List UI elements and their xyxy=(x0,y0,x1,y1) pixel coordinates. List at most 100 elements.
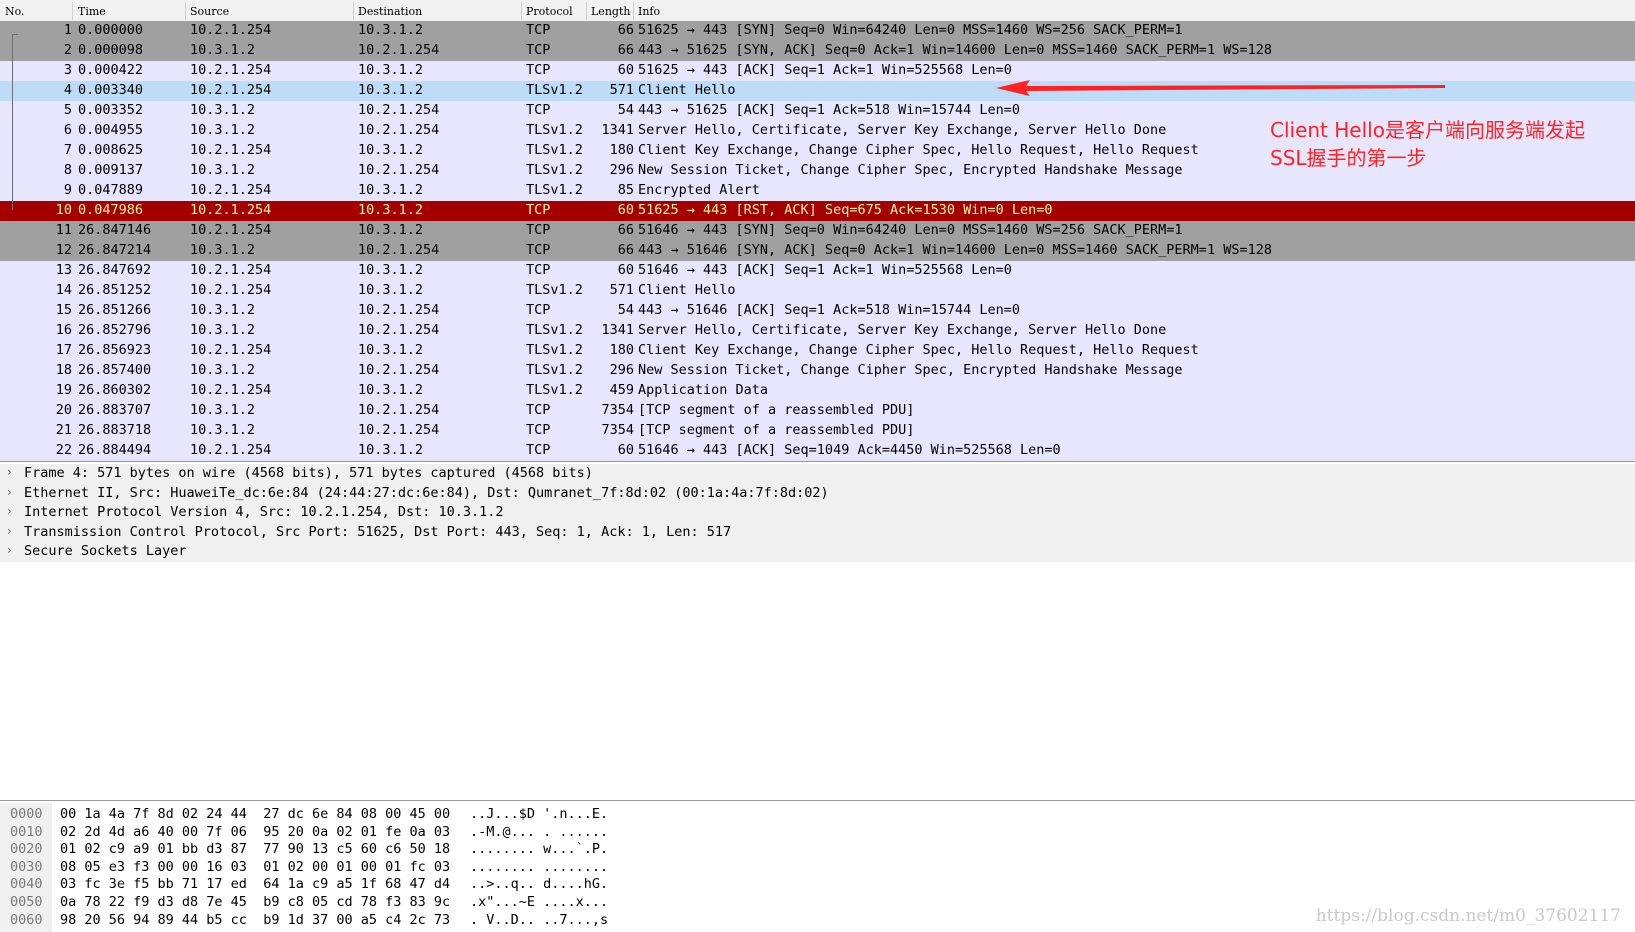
column-header-source[interactable]: Source xyxy=(190,5,229,18)
hex-ascii: ........ w...`.P. xyxy=(470,841,609,858)
packet-cell-time: 26.857400 xyxy=(78,362,152,378)
packet-cell-no: 5 xyxy=(63,102,72,118)
column-header-time[interactable]: Time xyxy=(78,5,106,18)
packet-cell-len: 85 xyxy=(617,182,634,198)
detail-tree-item[interactable]: › Secure Sockets Layer xyxy=(0,542,1635,562)
hex-ascii: .-M.@... . ...... xyxy=(470,823,609,840)
packet-cell-no: 9 xyxy=(63,182,72,198)
packet-cell-proto: TCP xyxy=(526,62,551,78)
packet-cell-time: 26.847692 xyxy=(78,262,152,278)
chevron-right-icon[interactable]: › xyxy=(7,543,12,557)
packet-row[interactable]: 21 26.883718 10.3.1.2 10.2.1.254 TCP 7354 [TCP… xyxy=(0,421,1635,441)
detail-tree-item[interactable]: › Transmission Control Protocol, Src Port… xyxy=(0,522,1635,543)
packet-row[interactable]: 4 0.003340 10.2.1.254 10.3.1.2 TLSv1.2 571 Cli… xyxy=(0,81,1635,101)
packet-row[interactable]: 15 26.851266 10.3.1.2 10.2.1.254 TCP 54 443 → … xyxy=(0,301,1635,321)
packet-cell-proto: TCP xyxy=(526,102,551,118)
packet-cell-src: 10.3.1.2 xyxy=(190,402,256,418)
packet-cell-time: 0.047986 xyxy=(78,202,144,218)
chevron-right-icon[interactable]: › xyxy=(7,524,12,538)
hex-row[interactable]: 0020 01 02 c9 a9 01 bb d3 87 77 90 13 c5 … xyxy=(0,841,1635,859)
packet-cell-info: Server Hello, Certificate, Server Key Ex… xyxy=(638,122,1167,138)
chevron-right-icon[interactable]: › xyxy=(7,485,12,499)
packet-cell-len: 54 xyxy=(617,102,634,118)
packet-row[interactable]: 17 26.856923 10.2.1.254 10.3.1.2 TLSv1.2 180 C… xyxy=(0,341,1635,361)
hex-offset: 0050 xyxy=(10,894,43,910)
packet-cell-src: 10.3.1.2 xyxy=(190,302,256,318)
packet-cell-len: 459 xyxy=(609,382,634,398)
column-header-info[interactable]: Info xyxy=(638,5,660,18)
packet-cell-info: 51625 → 443 [RST, ACK] Seq=675 Ack=1530 … xyxy=(638,202,1053,218)
packet-cell-proto: TCP xyxy=(526,442,551,458)
detail-tree-label: Internet Protocol Version 4, Src: 10.2.1… xyxy=(24,504,504,520)
packet-cell-info: Client Hello xyxy=(638,282,736,298)
hex-row[interactable]: 0000 00 1a 4a 7f 8d 02 24 44 27 dc 6e 84 … xyxy=(0,806,1635,824)
packet-cell-proto: TCP xyxy=(526,302,551,318)
packet-cell-len: 60 xyxy=(617,262,634,278)
packet-row[interactable]: 22 26.884494 10.2.1.254 10.3.1.2 TCP 60 51646 … xyxy=(0,441,1635,461)
packet-row[interactable]: 20 26.883707 10.3.1.2 10.2.1.254 TCP 7354 [TCP… xyxy=(0,401,1635,421)
column-header-no[interactable]: No. xyxy=(5,5,25,18)
hex-offset: 0030 xyxy=(10,858,43,875)
packet-cell-no: 13 xyxy=(55,262,72,278)
hex-bytes: 0a 78 22 f9 d3 d8 7e 45 b9 c8 05 cd 78 f… xyxy=(60,894,451,910)
packet-cell-no: 19 xyxy=(55,382,72,398)
packet-cell-dst: 10.2.1.254 xyxy=(358,42,440,58)
packet-row[interactable]: 18 26.857400 10.3.1.2 10.2.1.254 TLSv1.2 296 N… xyxy=(0,361,1635,381)
packet-cell-proto: TCP xyxy=(526,202,551,218)
packet-row[interactable]: 16 26.852796 10.3.1.2 10.2.1.254 TLSv1.2 1341… xyxy=(0,321,1635,341)
packet-cell-len: 54 xyxy=(617,302,634,318)
annotation-text: Client Hello是客户端向服务端发起 SSL握手的第一步 xyxy=(1270,116,1630,172)
packet-cell-src: 10.2.1.254 xyxy=(190,342,272,358)
hex-offset: 0060 xyxy=(10,911,43,928)
column-header-destination[interactable]: Destination xyxy=(358,5,422,18)
conversation-bracket-top xyxy=(12,34,18,35)
packet-row[interactable]: 9 0.047889 10.2.1.254 10.3.1.2 TLSv1.2 85 Encr… xyxy=(0,181,1635,201)
packet-cell-src: 10.2.1.254 xyxy=(190,62,272,78)
hex-row[interactable]: 0030 08 05 e3 f3 00 00 16 03 01 02 00 01 … xyxy=(0,859,1635,877)
packet-cell-no: 22 xyxy=(55,442,72,458)
packet-row[interactable]: 19 26.860302 10.2.1.254 10.3.1.2 TLSv1.2 459 A… xyxy=(0,381,1635,401)
packet-row[interactable]: 14 26.851252 10.2.1.254 10.3.1.2 TLSv1.2 571 C… xyxy=(0,281,1635,301)
packet-row[interactable]: 3 0.000422 10.2.1.254 10.3.1.2 TCP 60 51625 → … xyxy=(0,61,1635,81)
packet-cell-src: 10.3.1.2 xyxy=(190,162,256,178)
packet-cell-src: 10.3.1.2 xyxy=(190,122,256,138)
packet-row[interactable]: 10 0.047986 10.2.1.254 10.3.1.2 TCP 60 51625 →… xyxy=(0,201,1635,221)
packet-row[interactable]: 12 26.847214 10.3.1.2 10.2.1.254 TCP 66 443 → … xyxy=(0,241,1635,261)
hex-offset: 0040 xyxy=(10,876,43,893)
detail-tree-item[interactable]: › Frame 4: 571 bytes on wire (4568 bits),… xyxy=(0,464,1635,484)
annotation-line-1: Client Hello是客户端向服务端发起 xyxy=(1270,118,1585,142)
hex-ascii: ........ ........ xyxy=(470,858,609,875)
packet-cell-len: 1341 xyxy=(601,122,634,138)
packet-cell-info: [TCP segment of a reassembled PDU] xyxy=(638,402,915,418)
hex-ascii: ..>..q.. d....hG. xyxy=(470,876,609,893)
packet-row[interactable]: 1 0.000000 10.2.1.254 10.3.1.2 TCP 66 51625 → … xyxy=(0,21,1635,41)
packet-details-pane[interactable]: › Frame 4: 571 bytes on wire (4568 bits),… xyxy=(0,464,1635,801)
hex-row[interactable]: 0040 03 fc 3e f5 bb 71 17 ed 64 1a c9 a5 … xyxy=(0,876,1635,894)
chevron-right-icon[interactable]: › xyxy=(7,465,12,479)
column-header-length[interactable]: Length xyxy=(591,5,630,18)
hex-offset: 0010 xyxy=(10,823,43,840)
detail-tree-label: Transmission Control Protocol, Src Port:… xyxy=(24,523,732,540)
packet-cell-time: 26.884494 xyxy=(78,442,152,458)
packet-list-pane[interactable]: No. Time Source Destination Protocol Len… xyxy=(0,0,1635,462)
packet-cell-time: 0.009137 xyxy=(78,162,144,178)
packet-cell-dst: 10.2.1.254 xyxy=(358,242,440,258)
detail-tree-item[interactable]: › Ethernet II, Src: HuaweiTe_dc:6e:84 (24… xyxy=(0,483,1635,504)
hex-row[interactable]: 0010 02 2d 4d a6 40 00 7f 06 95 20 0a 02 … xyxy=(0,824,1635,842)
packet-row[interactable]: 13 26.847692 10.2.1.254 10.3.1.2 TCP 60 51646 … xyxy=(0,261,1635,281)
detail-tree-item[interactable]: › Internet Protocol Version 4, Src: 10.2.… xyxy=(0,503,1635,523)
packet-cell-info: New Session Ticket, Change Cipher Spec, … xyxy=(638,362,1183,378)
packet-row[interactable]: 2 0.000098 10.3.1.2 10.2.1.254 TCP 66 443 → 51… xyxy=(0,41,1635,61)
packet-cell-info: 443 → 51625 [ACK] Seq=1 Ack=518 Win=1574… xyxy=(638,102,1021,118)
packet-cell-time: 26.852796 xyxy=(78,322,152,338)
packet-cell-no: 16 xyxy=(55,322,72,338)
chevron-right-icon[interactable]: › xyxy=(7,504,12,518)
column-header-protocol[interactable]: Protocol xyxy=(526,5,573,18)
packet-cell-no: 15 xyxy=(55,302,72,318)
packet-cell-no: 3 xyxy=(63,62,72,78)
packet-row[interactable]: 11 26.847146 10.2.1.254 10.3.1.2 TCP 66 51646 … xyxy=(0,221,1635,241)
packet-cell-proto: TCP xyxy=(526,242,551,258)
hex-bytes: 98 20 56 94 89 44 b5 cc b9 1d 37 00 a5 c… xyxy=(60,911,451,928)
packet-cell-time: 26.856923 xyxy=(78,342,152,358)
packet-cell-len: 60 xyxy=(617,202,634,218)
